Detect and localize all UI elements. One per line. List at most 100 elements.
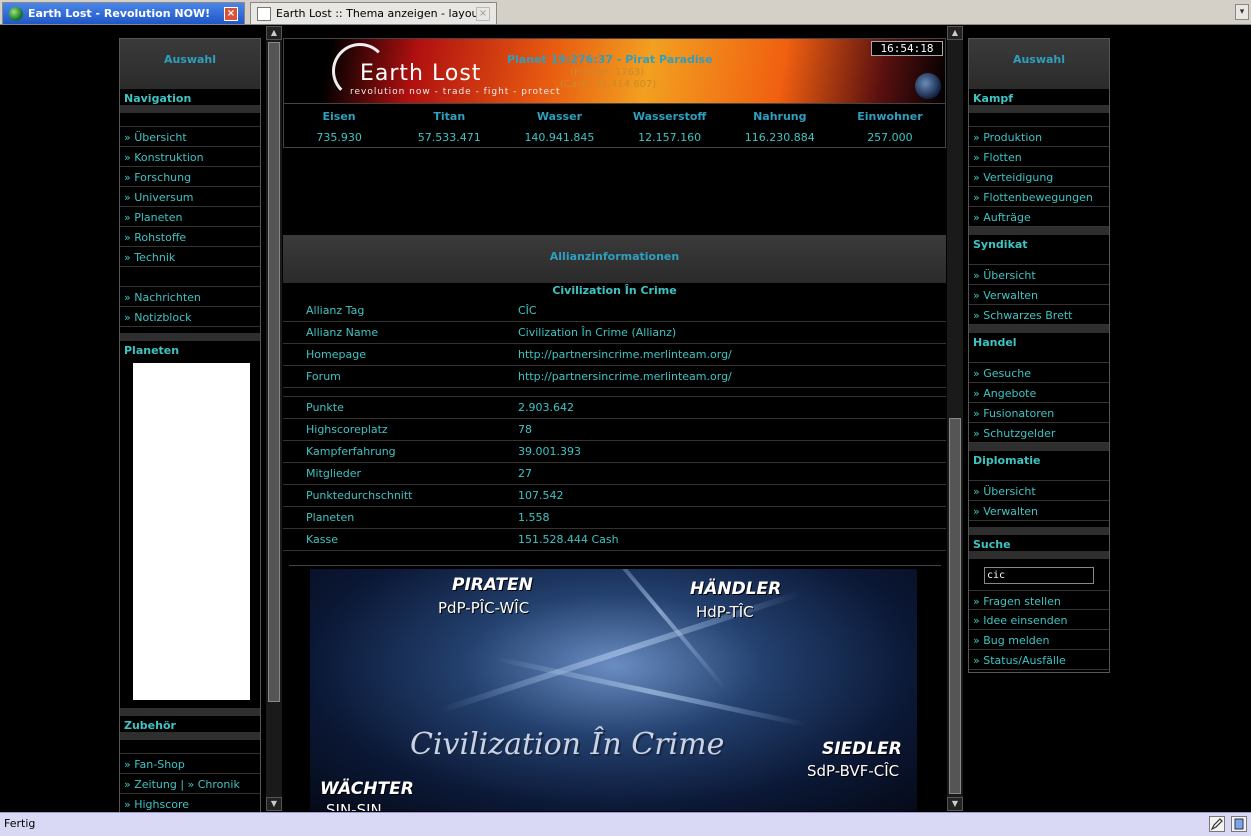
menu-item-universum[interactable]: » Universum <box>120 187 260 207</box>
row-value: 2.903.642 <box>518 401 574 414</box>
guild-tag-waechter: SIN-SIN <box>326 801 382 811</box>
sidebar-header: Auswahl <box>120 39 260 89</box>
menu-item-flotten[interactable]: » Flotten <box>969 147 1109 167</box>
section-title-handel: Handel <box>973 336 1017 349</box>
res-head-eisen: Eisen <box>322 110 356 123</box>
planet-list-box[interactable] <box>133 363 250 700</box>
res-val-eisen: 735.930 <box>316 131 362 144</box>
menu-item-verteidigung[interactable]: » Verteidigung <box>969 167 1109 187</box>
alliance-name: Civilization În Crime <box>552 284 677 297</box>
search-input[interactable] <box>984 567 1094 584</box>
row-key: Kampferfahrung <box>306 445 396 458</box>
menu-item-highscore[interactable]: » Highscore <box>120 794 260 814</box>
menu-item-notizblock[interactable]: » Notizblock <box>120 307 260 327</box>
row-key: Planeten <box>306 511 355 524</box>
divider <box>289 565 941 566</box>
logo: Earth Lost <box>360 61 482 86</box>
browser-status-bar: Fertig <box>0 812 1251 836</box>
browser-tab-bar: Earth Lost - Revolution NOW! × Earth Los… <box>0 0 1251 25</box>
forum-link[interactable]: http://partnersincrime.merlinteam.org/ <box>518 370 946 383</box>
menu-item-flottenbewegungen[interactable]: » Flottenbewegungen <box>969 187 1109 207</box>
row-value: Civilization În Crime (Allianz) <box>518 326 677 339</box>
menu-item-schwarzes-brett[interactable]: » Schwarzes Brett <box>969 305 1109 325</box>
status-text: Fertig <box>4 817 36 830</box>
divider <box>120 105 260 113</box>
menu-item-forschung[interactable]: » Forschung <box>120 167 260 187</box>
alliance-banner-image: PIRATEN PdP-PÎC-WÎC HÄNDLER HdP-TÎC Civi… <box>310 569 917 811</box>
homepage-link[interactable]: http://partnersincrime.merlinteam.org/ <box>518 348 946 361</box>
menu-item-syndikat-uebersicht[interactable]: » Übersicht <box>969 265 1109 285</box>
res-head-titan: Titan <box>433 110 466 123</box>
menu-item-status-ausfaelle[interactable]: » Status/Ausfälle <box>969 650 1109 670</box>
scroll-up-button[interactable]: ▲ <box>266 26 282 40</box>
server-clock: 16:54:18 <box>871 41 943 56</box>
table-row: Highscoreplatz 78 <box>283 419 946 441</box>
row-key: Highscoreplatz <box>306 423 388 436</box>
table-row: Allianz Tag CÎC <box>283 300 946 322</box>
menu-item-technik[interactable]: » Technik <box>120 247 260 267</box>
menu-item-produktion[interactable]: » Produktion <box>969 127 1109 147</box>
row-value: 1.558 <box>518 511 550 524</box>
panel-toggle-icon[interactable] <box>1231 816 1247 832</box>
tab-earth-lost[interactable]: Earth Lost - Revolution NOW! × <box>2 2 245 24</box>
row-key: Allianz Name <box>306 326 379 339</box>
right-frame-scrollbar[interactable]: ▲ ▼ <box>947 26 963 811</box>
tab-list-button[interactable]: ▾ <box>1235 4 1249 20</box>
menu-item-auftraege[interactable]: » Aufträge <box>969 207 1109 227</box>
guild-label-siedler: SIEDLER <box>822 739 902 759</box>
close-tab-button[interactable]: × <box>224 6 238 21</box>
divider <box>969 527 1109 535</box>
row-key: Mitglieder <box>306 467 361 480</box>
resource-table: Eisen Titan Wasser Wasserstoff Nahrung E… <box>283 104 946 148</box>
guild-tag-piraten: PdP-PÎC-WÎC <box>438 599 530 617</box>
close-tab-button[interactable]: × <box>476 6 490 21</box>
table-row: Kampferfahrung 39.001.393 <box>283 441 946 463</box>
menu-item-nachrichten[interactable]: » Nachrichten <box>120 287 260 307</box>
menu-item-schutzgelder[interactable]: » Schutzgelder <box>969 423 1109 443</box>
menu-item-gesuche[interactable]: » Gesuche <box>969 363 1109 383</box>
row-key: Kasse <box>306 533 338 546</box>
menu-item-fragen-stellen[interactable]: » Fragen stellen <box>969 590 1109 610</box>
moon-icon <box>915 73 941 99</box>
right-sidebar: Auswahl Kampf » Produktion » Flotten » V… <box>968 38 1110 673</box>
row-value: 107.542 <box>518 489 564 502</box>
scroll-down-button[interactable]: ▼ <box>266 797 282 811</box>
menu-item-uebersicht[interactable]: » Übersicht <box>120 127 260 147</box>
scroll-thumb[interactable] <box>268 42 280 702</box>
table-row: Planeten 1.558 <box>283 507 946 529</box>
menu-item-zeitung-chronik[interactable]: » Zeitung | » Chronik <box>120 774 260 794</box>
menu-item-fusionatoren[interactable]: » Fusionatoren <box>969 403 1109 423</box>
scroll-up-button[interactable]: ▲ <box>947 26 963 40</box>
table-row: Homepage http://partnersincrime.merlintea… <box>283 344 946 366</box>
left-frame-scrollbar[interactable]: ▲ ▼ <box>266 26 282 811</box>
menu-item-bug-melden[interactable]: » Bug melden <box>969 630 1109 650</box>
res-head-wasser: Wasser <box>536 110 582 123</box>
menu-item-diplomatie-verwalten[interactable]: » Verwalten <box>969 501 1109 521</box>
guild-label-waechter: WÄCHTER <box>320 779 414 799</box>
section-title-syndikat: Syndikat <box>973 238 1028 251</box>
edit-icon[interactable] <box>1209 816 1225 832</box>
planet-points: (Punkte: 1763) <box>570 67 645 78</box>
menu-item-idee-einsenden[interactable]: » Idee einsenden <box>969 610 1109 630</box>
menu-item-rohstoffe[interactable]: » Rohstoffe <box>120 227 260 247</box>
divider <box>969 105 1109 113</box>
current-planet[interactable]: Planet 19:276:37 - Pirat Paradise <box>507 53 713 66</box>
res-val-wasser: 140.941.845 <box>524 131 595 144</box>
divider <box>969 227 1109 235</box>
divider <box>969 325 1109 333</box>
section-title-planeten: Planeten <box>124 344 180 357</box>
scroll-down-button[interactable]: ▼ <box>947 797 963 811</box>
menu-item-konstruktion[interactable]: » Konstruktion <box>120 147 260 167</box>
menu-item-fan-shop[interactable]: » Fan-Shop <box>120 754 260 774</box>
res-head-einwohner: Einwohner <box>857 110 923 123</box>
section-title-suche: Suche <box>973 538 1011 551</box>
menu-item-syndikat-verwalten[interactable]: » Verwalten <box>969 285 1109 305</box>
scroll-thumb[interactable] <box>949 418 961 794</box>
menu-item-angebote[interactable]: » Angebote <box>969 383 1109 403</box>
menu-item-planeten[interactable]: » Planeten <box>120 207 260 227</box>
section-title-zubehoer: Zubehör <box>124 719 176 732</box>
guild-label-haendler: HÄNDLER <box>690 579 782 599</box>
tab-forum-thread[interactable]: Earth Lost :: Thema anzeigen - layout ..… <box>250 2 497 24</box>
menu-item-diplomatie-uebersicht[interactable]: » Übersicht <box>969 481 1109 501</box>
res-val-einwohner: 257.000 <box>867 131 913 144</box>
